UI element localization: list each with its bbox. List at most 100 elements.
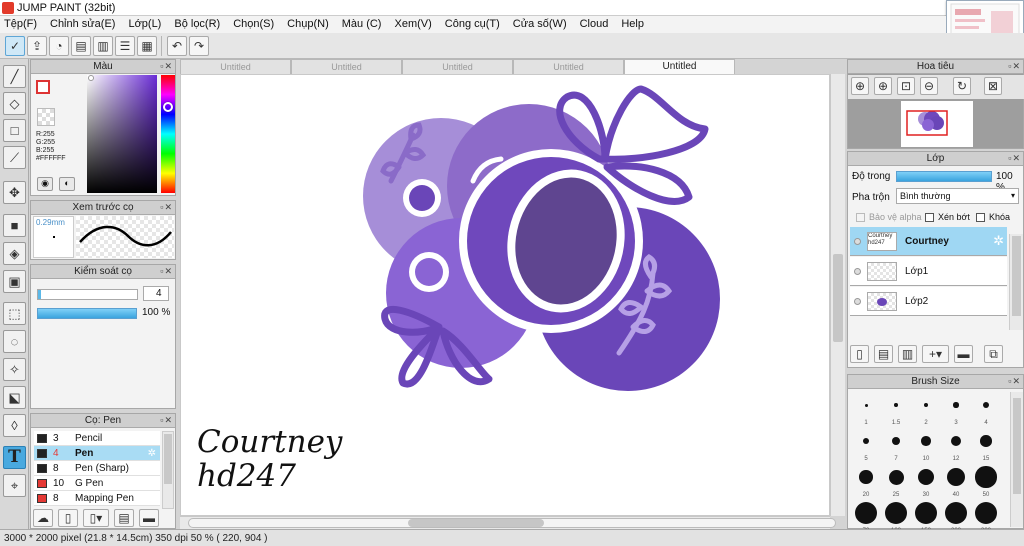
menu-item[interactable]: Cửa số(W) <box>513 17 567 32</box>
layer-folder-new-icon[interactable]: ▥ <box>898 345 917 363</box>
brush-size-option[interactable]: 25 <box>881 461 911 498</box>
add-layer-menu-icon[interactable]: +▾ <box>922 345 949 363</box>
brush-size-slider[interactable] <box>37 289 138 300</box>
panel-float-close-icon[interactable]: ▫✕ <box>160 61 173 72</box>
flip-icon[interactable]: ⊠ <box>984 77 1002 95</box>
document-tab[interactable]: Untitled <box>291 59 402 74</box>
grid-icon[interactable]: ▦ <box>137 35 157 56</box>
brush-size-option[interactable]: 4 <box>971 389 1001 426</box>
bucket-fill-icon[interactable]: ◈ <box>3 242 26 265</box>
gear-icon[interactable]: ✲ <box>148 448 156 459</box>
brush-list-item[interactable]: 3 Pencil <box>34 431 160 446</box>
panel-float-close-icon[interactable]: ▫✕ <box>160 266 173 277</box>
menu-item[interactable]: Xem(V) <box>394 17 431 32</box>
brush-size-option[interactable]: 3 <box>941 389 971 426</box>
sv-picker-cursor[interactable] <box>88 75 94 81</box>
duplicate-layer-icon[interactable]: ⧉ <box>984 345 1003 363</box>
canvas-vertical-scrollbar[interactable] <box>830 74 845 516</box>
panel-float-close-icon[interactable]: ▫✕ <box>1008 61 1021 72</box>
canvas-horizontal-scrollbar[interactable] <box>180 516 836 529</box>
new-brush-icon[interactable]: ▯ <box>58 509 78 527</box>
comment-icon[interactable]: ◔ <box>49 35 69 56</box>
brush-size-option[interactable]: 1.5 <box>881 389 911 426</box>
vertical-scroll-thumb[interactable] <box>833 254 843 342</box>
brush-list-scrollbar[interactable] <box>162 431 174 509</box>
export-icon[interactable]: ⇪ <box>27 35 47 56</box>
brush-size-option[interactable]: 12 <box>941 425 971 462</box>
brush-list-item[interactable]: 8 Pen (Sharp) <box>34 461 160 476</box>
hue-slider-cursor[interactable] <box>163 102 173 112</box>
brush-size-option[interactable]: 10 <box>911 425 941 462</box>
check-icon[interactable]: ✓ <box>5 35 25 56</box>
panel-float-close-icon[interactable]: ▫✕ <box>1008 376 1021 387</box>
rectangle-select-icon[interactable]: □ <box>3 119 26 142</box>
move-tool-icon[interactable]: ✥ <box>3 181 26 204</box>
menu-item[interactable]: Bộ lọc(R) <box>174 17 220 32</box>
fill-rectangle-icon[interactable]: ■ <box>3 214 26 237</box>
navigator-thumbnail[interactable] <box>901 101 973 147</box>
color-set-icon[interactable]: ◉ <box>37 177 53 191</box>
horizontal-scroll-thumb[interactable] <box>408 519 544 527</box>
eraser-tool-icon[interactable]: ◇ <box>3 92 26 115</box>
menu-item[interactable]: Chụp(N) <box>287 17 329 32</box>
line-tool-icon[interactable]: ⟋ <box>3 146 26 169</box>
panel-float-close-icon[interactable]: ▫✕ <box>160 415 173 426</box>
brush-tool-icon[interactable]: ╱ <box>3 65 26 88</box>
brush-size-option[interactable]: 20 <box>851 461 881 498</box>
document-icon[interactable]: ▥ <box>93 35 113 56</box>
protect-alpha-checkbox[interactable] <box>856 212 865 222</box>
menu-item[interactable]: Cloud <box>580 17 609 32</box>
text-tool-icon[interactable]: T <box>3 446 26 469</box>
lasso-tool-icon[interactable]: ◌ <box>3 330 26 353</box>
color-history-icon[interactable]: ◐ <box>59 177 75 191</box>
brush-opacity-slider[interactable] <box>37 308 137 319</box>
layer-visibility-icon[interactable] <box>854 267 861 275</box>
list-icon[interactable]: ☰ <box>115 35 135 56</box>
layer-list-scrollbar[interactable] <box>1009 234 1023 330</box>
menu-item[interactable]: Help <box>621 17 644 32</box>
brush-list-item[interactable]: 4 Pen ✲ <box>34 446 160 461</box>
zoom-in-icon[interactable]: ⊕ <box>851 77 869 95</box>
brush-size-option[interactable]: 30 <box>911 461 941 498</box>
brush-folder-icon[interactable]: ▬ <box>139 509 159 527</box>
new-layer-alt-icon[interactable]: ▤ <box>874 345 893 363</box>
menu-item[interactable]: Màu (C) <box>342 17 382 32</box>
gear-icon[interactable]: ✲ <box>993 233 1004 249</box>
brush-settings-icon[interactable]: ▤ <box>114 509 134 527</box>
zoom-in-alt-icon[interactable]: ⊕ <box>874 77 892 95</box>
menu-item[interactable]: Lớp(L) <box>128 17 161 32</box>
gradient-tool-icon[interactable]: ▣ <box>3 270 26 293</box>
undo-icon[interactable]: ↶ <box>167 35 187 56</box>
message-icon[interactable]: ▤ <box>71 35 91 56</box>
layer-opacity-slider[interactable] <box>896 171 992 182</box>
foreground-color-swatch[interactable] <box>36 80 50 94</box>
lock-checkbox[interactable] <box>976 212 985 222</box>
brush-cloud-icon[interactable]: ☁ <box>33 509 53 527</box>
brush-size-option[interactable]: 5 <box>851 425 881 462</box>
menu-item[interactable]: Chỉnh sửa(E) <box>50 17 115 32</box>
layer-folder-icon[interactable]: ▬ <box>954 345 973 363</box>
layer-visibility-icon[interactable] <box>854 297 861 305</box>
brush-size-scrollbar[interactable] <box>1010 392 1023 527</box>
menu-item[interactable]: Chọn(S) <box>233 17 274 32</box>
brush-size-option[interactable]: 40 <box>941 461 971 498</box>
magic-wand-icon[interactable]: ✧ <box>3 358 26 381</box>
rotate-icon[interactable]: ↻ <box>953 77 971 95</box>
redo-icon[interactable]: ↷ <box>189 35 209 56</box>
layer-row[interactable]: Courtney hd247 Courtney ✲ <box>850 227 1007 256</box>
eyedropper-icon[interactable]: ⌖ <box>3 474 26 497</box>
menu-item[interactable]: Tệp(F) <box>4 17 37 32</box>
menu-item[interactable]: Công cụ(T) <box>445 17 500 32</box>
document-tab[interactable]: Untitled <box>513 59 624 74</box>
zoom-out-icon[interactable]: ⊖ <box>920 77 938 95</box>
panel-float-close-icon[interactable]: ▫✕ <box>160 202 173 213</box>
select-rect-icon[interactable]: ⬚ <box>3 302 26 325</box>
layer-row[interactable]: Lớp1 <box>850 257 1007 286</box>
brush-size-option[interactable]: 2 <box>911 389 941 426</box>
layer-visibility-icon[interactable] <box>854 237 861 245</box>
panel-float-close-icon[interactable]: ▫✕ <box>1008 153 1021 164</box>
brush-size-input[interactable]: 4 <box>143 286 169 301</box>
layer-row[interactable]: Lớp2 <box>850 287 1007 316</box>
brush-size-option[interactable]: 15 <box>971 425 1001 462</box>
brush-size-option[interactable]: 50 <box>971 461 1001 498</box>
